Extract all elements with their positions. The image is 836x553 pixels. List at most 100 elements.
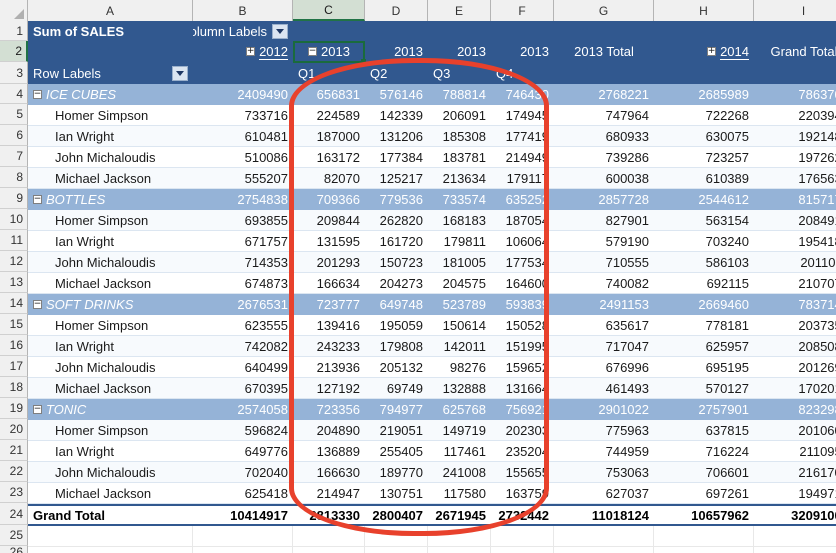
person-label-cell[interactable]: Michael Jackson: [28, 483, 193, 504]
row-header-18[interactable]: 18: [0, 377, 28, 398]
value-2014-text: 637815: [705, 422, 749, 438]
year-header-2012[interactable]: +2012: [193, 41, 293, 62]
row-header-4[interactable]: 4: [0, 84, 28, 104]
row-labels-filter-button[interactable]: [172, 65, 188, 81]
year-header-2014[interactable]: +2014: [654, 41, 754, 62]
person-label-cell[interactable]: Michael Jackson: [28, 378, 193, 399]
person-label-cell[interactable]: Michael Jackson: [28, 273, 193, 294]
column-labels-filter-button[interactable]: [272, 23, 288, 39]
blank-cell-e25[interactable]: [428, 526, 491, 547]
grand-total-2013-q1: 2813330: [293, 504, 365, 526]
person-label-cell[interactable]: John Michaloudis: [28, 357, 193, 378]
blank-cell-g26[interactable]: [554, 547, 654, 553]
row-header-23[interactable]: 23: [0, 482, 28, 503]
blank-cell-h25[interactable]: [654, 526, 754, 547]
blank-cell-f26[interactable]: [491, 547, 554, 553]
blank-cell-d26[interactable]: [365, 547, 428, 553]
person-label-cell[interactable]: Homer Simpson: [28, 315, 193, 336]
expand-2012-icon[interactable]: +: [246, 47, 256, 56]
collapse-2013-icon[interactable]: −: [308, 47, 318, 56]
blank-cell-h26[interactable]: [654, 547, 754, 553]
row-header-21[interactable]: 21: [0, 440, 28, 461]
value-2013-q3-text: 98276: [449, 359, 486, 375]
row-header-16[interactable]: 16: [0, 335, 28, 356]
row-header-3[interactable]: 3: [0, 62, 28, 84]
person-label-cell[interactable]: Michael Jackson: [28, 168, 193, 189]
collapse-group-icon[interactable]: −: [33, 195, 42, 204]
value-2012: 702040: [193, 462, 293, 483]
pivot-title-row: Sum of SALES Column Labels: [28, 21, 836, 41]
collapse-group-icon[interactable]: −: [33, 405, 42, 414]
expand-2014-icon[interactable]: +: [707, 47, 717, 56]
row-header-17[interactable]: 17: [0, 356, 28, 377]
person-label-cell[interactable]: Homer Simpson: [28, 105, 193, 126]
select-all-corner[interactable]: [0, 0, 28, 21]
blank-cell-e26[interactable]: [428, 547, 491, 553]
column-header-a[interactable]: A: [28, 0, 193, 21]
blank-cell-c26[interactable]: [293, 547, 365, 553]
blank-cell-i26[interactable]: [754, 547, 836, 553]
person-label-cell[interactable]: Ian Wright: [28, 441, 193, 462]
row-header-13[interactable]: 13: [0, 272, 28, 293]
row-header-7[interactable]: 7: [0, 146, 28, 167]
row-header-12[interactable]: 12: [0, 251, 28, 272]
person-label-cell[interactable]: Homer Simpson: [28, 420, 193, 441]
column-header-h[interactable]: H: [654, 0, 754, 21]
group-label-cell[interactable]: − TONIC: [28, 399, 193, 420]
value-2013-total-text: 827901: [605, 212, 649, 228]
collapse-group-icon[interactable]: −: [33, 90, 42, 99]
row-header-1[interactable]: 1: [0, 21, 28, 41]
row-header-25[interactable]: 25: [0, 525, 28, 546]
row-header-24[interactable]: 24: [0, 503, 28, 525]
column-header-c[interactable]: C: [293, 0, 365, 21]
blank-cell-d25[interactable]: [365, 526, 428, 547]
blank-cell-a26[interactable]: [28, 547, 193, 553]
row-header-5[interactable]: 5: [0, 104, 28, 125]
person-label-cell[interactable]: John Michaloudis: [28, 252, 193, 273]
person-label-cell[interactable]: Ian Wright: [28, 336, 193, 357]
blank-cell-c25[interactable]: [293, 526, 365, 547]
blank-cell-g25[interactable]: [554, 526, 654, 547]
column-header-b[interactable]: B: [193, 0, 293, 21]
row-header-26[interactable]: 26: [0, 545, 28, 553]
column-header-g[interactable]: G: [554, 0, 654, 21]
row-header-20[interactable]: 20: [0, 419, 28, 440]
row-header-10[interactable]: 10: [0, 209, 28, 230]
column-labels-header-cell[interactable]: Column Labels: [193, 21, 293, 41]
row-labels-header-cell[interactable]: Row Labels: [28, 62, 193, 84]
person-label-cell[interactable]: Homer Simpson: [28, 210, 193, 231]
row-header-15[interactable]: 15: [0, 314, 28, 335]
person-label-cell[interactable]: Ian Wright: [28, 231, 193, 252]
row-header-8[interactable]: 8: [0, 167, 28, 188]
column-header-i[interactable]: I: [754, 0, 836, 21]
row-header-11[interactable]: 11: [0, 230, 28, 251]
blank-cell-b25[interactable]: [193, 526, 293, 547]
row-header-19[interactable]: 19: [0, 398, 28, 419]
collapse-group-icon[interactable]: −: [33, 300, 42, 309]
pivot-group-row: − ICE CUBES 2409490 656831 576146 788814 74643…: [28, 84, 836, 105]
row-header-22[interactable]: 22: [0, 461, 28, 482]
row-header-2[interactable]: 2: [0, 41, 28, 62]
column-header-f[interactable]: F: [491, 0, 554, 21]
person-label-cell[interactable]: Ian Wright: [28, 126, 193, 147]
value-2013-q1: 163172: [293, 147, 365, 168]
row-header-14[interactable]: 14: [0, 293, 28, 314]
row-header-9[interactable]: 9: [0, 188, 28, 209]
value-2013-q1-text: 213936: [316, 359, 360, 375]
quarter-header-q4: Q4: [491, 62, 554, 84]
blank-cell-f25[interactable]: [491, 526, 554, 547]
blank-cell-i25[interactable]: [754, 526, 836, 547]
group-label-cell[interactable]: − BOTTLES: [28, 189, 193, 210]
row-header-6[interactable]: 6: [0, 125, 28, 146]
column-header-e[interactable]: E: [428, 0, 491, 21]
group-label-cell[interactable]: − SOFT DRINKS: [28, 294, 193, 315]
group-label-cell[interactable]: − ICE CUBES: [28, 84, 193, 105]
person-label-cell[interactable]: John Michaloudis: [28, 147, 193, 168]
value-2012-text: 640499: [244, 359, 288, 375]
value-grand-total: 2011011: [754, 252, 836, 273]
person-label-cell[interactable]: John Michaloudis: [28, 462, 193, 483]
year-header-2013[interactable]: −2013: [293, 41, 365, 62]
blank-cell-b26[interactable]: [193, 547, 293, 553]
column-header-d[interactable]: D: [365, 0, 428, 21]
blank-cell-a25[interactable]: [28, 526, 193, 547]
